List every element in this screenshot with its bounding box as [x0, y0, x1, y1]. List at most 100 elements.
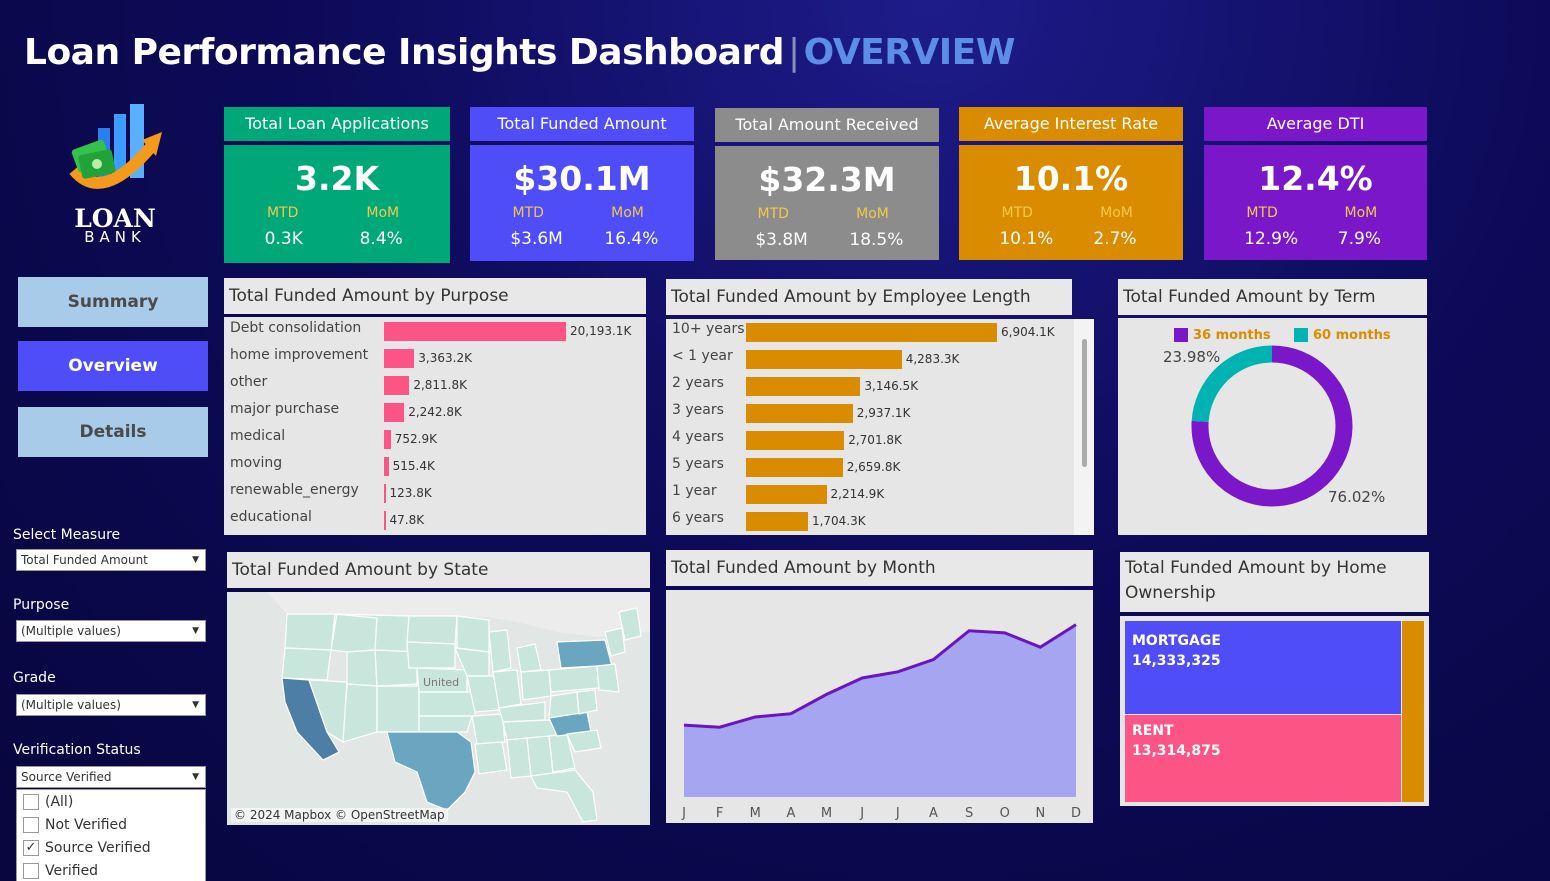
kpi-mtd-value: 10.1% — [999, 229, 1054, 249]
bar[interactable] — [384, 322, 566, 341]
month-tick-label: N — [1035, 806, 1045, 821]
purpose-panel-title: Total Funded Amount by Purpose — [224, 278, 646, 314]
map-country-label: United — [423, 676, 459, 689]
verification-option[interactable]: Verified — [23, 863, 98, 879]
verification-option-label: Verified — [45, 863, 99, 879]
checkbox-icon[interactable] — [23, 817, 39, 833]
kpi-title: Total Loan Applications — [224, 107, 450, 141]
bar-category-label: 6 years — [672, 510, 724, 526]
bar[interactable] — [746, 458, 843, 477]
dropdown-arrow-icon: ▼ — [192, 700, 199, 710]
bar-category-label: medical — [230, 428, 286, 444]
map-attribution[interactable]: © 2024 Mapbox © OpenStreetMap — [231, 808, 448, 822]
month-area-chart-panel: JFMAMJJASOND — [666, 590, 1093, 823]
home-ownership-treemap: MORTGAGE 14,333,325 RENT 13,314,875 — [1120, 616, 1429, 806]
nav-details-button[interactable]: Details — [18, 407, 208, 457]
bar-category-label: 3 years — [672, 402, 724, 418]
kpi-title: Total Funded Amount — [470, 107, 694, 141]
treemap-rent-tile[interactable]: RENT 13,314,875 — [1125, 715, 1401, 802]
bar[interactable] — [384, 484, 386, 503]
verification-option-label: Not Verified — [45, 817, 128, 833]
kpi-value: 3.2K — [294, 159, 380, 198]
bar[interactable] — [384, 430, 391, 449]
bar-value-label: 752.9K — [394, 432, 438, 446]
kpi-mtd-value: $3.8M — [755, 230, 808, 250]
bar-value-label: 515.4K — [392, 459, 435, 473]
select-measure-value: Total Funded Amount — [21, 553, 148, 567]
month-tick-label: J — [859, 806, 864, 821]
bar[interactable] — [384, 457, 389, 476]
kpi-value: $32.3M — [758, 160, 896, 199]
nav-overview-button[interactable]: Overview — [18, 341, 208, 391]
dropdown-arrow-icon: ▼ — [192, 772, 199, 782]
bar[interactable] — [384, 511, 386, 530]
bar-value-label: 2,214.9K — [830, 487, 885, 501]
kpi-card-body: $30.1M MTD MoM $3.6M 16.4% — [470, 145, 694, 261]
kpi-value: 10.1% — [1013, 159, 1129, 198]
kpi-mtd-label: MTD — [512, 205, 544, 221]
month-tick-label: J — [895, 806, 900, 821]
term-panel-title: Total Funded Amount by Term — [1118, 279, 1427, 315]
bar[interactable] — [384, 376, 410, 395]
kpi-card-body: 10.1% MTD MoM 10.1% 2.7% — [959, 145, 1183, 260]
bar[interactable] — [746, 323, 997, 342]
kpi-mtd-label: MTD — [757, 206, 789, 222]
verification-option[interactable]: (All) — [23, 794, 73, 810]
bar-value-label: 2,811.8K — [413, 378, 467, 392]
bar[interactable] — [384, 349, 415, 368]
verification-option[interactable]: ✓ Source Verified — [23, 840, 151, 856]
bar-value-label: 4,283.3K — [905, 352, 960, 366]
logo-word-bank: BANK — [84, 228, 146, 246]
treemap-own-tile[interactable] — [1402, 621, 1424, 802]
verification-filter-label: Verification Status — [13, 742, 141, 758]
bar-category-label: 10+ years — [672, 321, 745, 337]
grade-filter-dropdown[interactable]: (Multiple values) ▼ — [16, 694, 206, 716]
bar[interactable] — [746, 404, 853, 423]
treemap-mortgage-tile[interactable]: MORTGAGE 14,333,325 — [1125, 621, 1401, 714]
bar-value-label: 2,937.1K — [856, 406, 911, 420]
bar[interactable] — [746, 485, 827, 504]
bar-category-label: 2 years — [672, 375, 724, 391]
bar-category-label: Debt consolidation — [230, 320, 362, 336]
bar[interactable] — [746, 431, 845, 450]
purpose-filter-dropdown[interactable]: (Multiple values) ▼ — [16, 620, 206, 642]
kpi-mtd-value: 0.3K — [264, 229, 303, 249]
bar[interactable] — [384, 403, 405, 422]
verification-option-label: (All) — [45, 794, 74, 810]
term-donut-panel: 36 months 60 months 23.98% 76.02% — [1118, 318, 1427, 535]
kpi-title: Average Interest Rate — [959, 107, 1183, 141]
month-tick-label: M — [750, 806, 761, 821]
kpi-mom-label: MoM — [856, 206, 889, 222]
bar-category-label: 5 years — [672, 456, 724, 472]
month-tick-label: A — [786, 806, 795, 821]
kpi-mom-value: 16.4% — [604, 229, 659, 249]
bar-value-label: 47.8K — [389, 513, 425, 527]
kpi-mtd-label: MTD — [1246, 205, 1278, 221]
title-section: OVERVIEW — [803, 32, 1016, 73]
kpi-mom-label: MoM — [366, 205, 400, 221]
emp-chart-scrollbar-track[interactable] — [1074, 319, 1094, 535]
month-tick-label: F — [716, 806, 723, 821]
checkbox-icon[interactable]: ✓ — [23, 840, 39, 856]
nav-summary-button[interactable]: Summary — [18, 277, 208, 327]
bar-category-label: < 1 year — [672, 348, 733, 364]
bar[interactable] — [746, 512, 808, 531]
bar[interactable] — [746, 350, 902, 369]
grade-filter-label: Grade — [13, 670, 56, 686]
logo-chart-icon — [69, 104, 162, 189]
kpi-mtd-label: MTD — [266, 205, 299, 221]
month-tick-label: A — [929, 806, 938, 821]
mortgage-value: 14,333,325 — [1132, 653, 1221, 669]
month-tick-label: M — [821, 806, 832, 821]
kpi-title: Total Amount Received — [715, 108, 939, 142]
emp-chart-scrollbar-thumb[interactable] — [1082, 339, 1087, 467]
checkbox-icon[interactable] — [23, 863, 39, 879]
rent-label: RENT — [1132, 723, 1174, 739]
bar[interactable] — [746, 377, 861, 396]
state-map[interactable]: United © 2024 Mapbox © OpenStreetMap — [227, 592, 650, 825]
title-separator: | — [787, 32, 800, 73]
select-measure-dropdown[interactable]: Total Funded Amount ▼ — [16, 549, 206, 571]
verification-filter-dropdown[interactable]: Source Verified ▼ — [16, 766, 206, 788]
checkbox-icon[interactable] — [23, 794, 39, 810]
verification-option[interactable]: Not Verified — [23, 817, 127, 833]
